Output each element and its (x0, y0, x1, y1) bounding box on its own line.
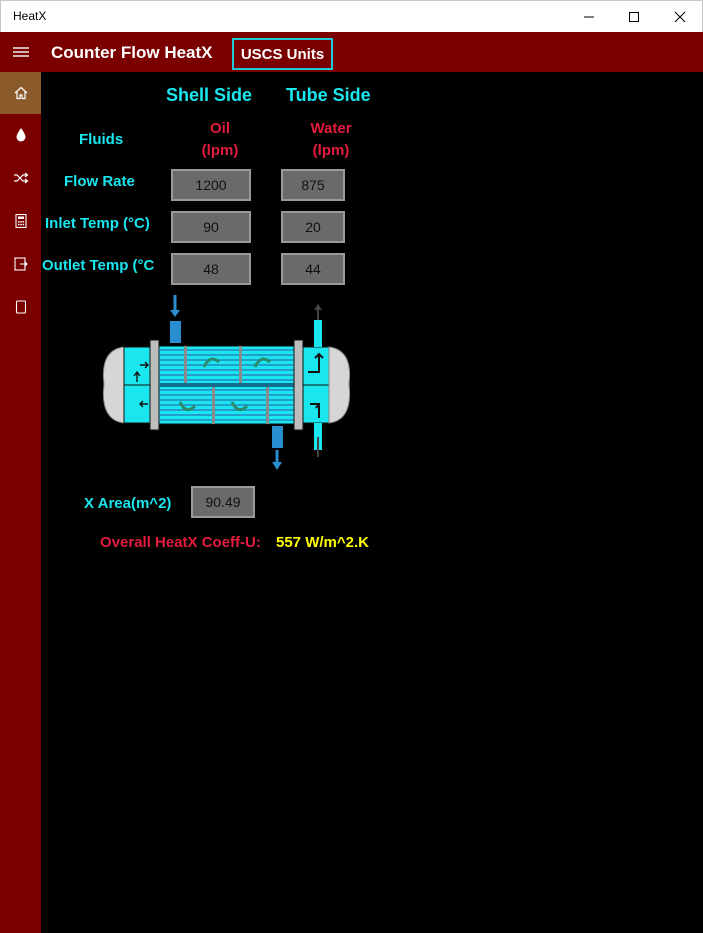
export-icon (13, 257, 28, 271)
page-icon (15, 300, 26, 314)
calculator-icon (14, 214, 27, 228)
minimize-button[interactable] (566, 1, 612, 33)
area-output: 90.49 (191, 486, 255, 518)
nav-item-calculator[interactable] (0, 200, 41, 242)
window-titlebar: HeatX (0, 0, 703, 32)
shuffle-icon (13, 172, 28, 184)
nav-item-page[interactable] (0, 286, 41, 328)
tube-inlet-temp-input[interactable]: 20 (281, 211, 345, 243)
coefficient-value: 557 W/m^2.K (276, 534, 369, 551)
page-title: Counter Flow HeatX (51, 43, 213, 62)
flow-rate-label: Flow Rate (64, 173, 135, 190)
nav-rail (0, 72, 41, 933)
tube-fluid-unit: (lpm) (312, 142, 350, 159)
nav-item-flow[interactable] (0, 157, 41, 199)
nav-item-export[interactable] (0, 243, 41, 285)
minimize-icon (584, 16, 594, 18)
shell-inlet-temp-input[interactable]: 90 (171, 211, 251, 243)
tube-flow-rate-input[interactable]: 875 (281, 169, 345, 201)
hamburger-menu-button[interactable] (0, 32, 42, 72)
shell-side-header: Shell Side (166, 85, 253, 105)
hamburger-icon (13, 47, 29, 57)
maximize-button[interactable] (611, 1, 657, 33)
close-icon (674, 11, 686, 23)
tube-side-header: Tube Side (286, 85, 371, 105)
fluids-label: Fluids (79, 131, 124, 148)
tube-fluid-name: Water (310, 120, 352, 137)
app-header: Counter Flow HeatX USCS Units (0, 32, 703, 72)
coefficient-label: Overall HeatX Coeff-U: (100, 534, 261, 551)
maximize-icon (629, 12, 639, 22)
shell-fluid-unit: (lpm) (201, 142, 239, 159)
home-icon (14, 86, 27, 100)
inlet-temp-label: Inlet Temp (°C) (45, 215, 150, 232)
outlet-temp-label: Outlet Temp (°C (42, 257, 155, 274)
shell-flow-rate-input[interactable]: 1200 (171, 169, 251, 201)
units-toggle-button[interactable]: USCS Units (232, 38, 333, 70)
area-label: X Area(m^2) (84, 495, 172, 512)
shell-outlet-temp-input[interactable]: 48 (171, 253, 251, 285)
tube-outlet-temp-input[interactable]: 44 (281, 253, 345, 285)
window-title: HeatX (13, 9, 47, 23)
close-button[interactable] (657, 1, 703, 33)
droplet-icon (16, 128, 25, 142)
nav-item-fluid[interactable] (0, 114, 41, 156)
shell-fluid-name: Oil (209, 120, 230, 137)
nav-item-home[interactable] (0, 72, 41, 114)
heat-exchanger-diagram (102, 295, 351, 470)
